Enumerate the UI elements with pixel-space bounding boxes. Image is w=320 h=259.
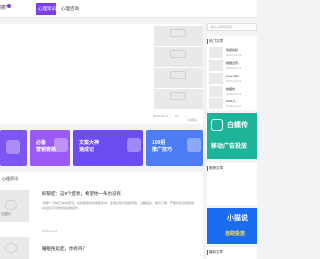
hot-article-date: 2019-12-11 xyxy=(226,79,242,83)
article-thumbnail xyxy=(209,98,223,109)
hot-article-date: 2019-12-11 xyxy=(226,92,242,96)
article-thumbnail[interactable] xyxy=(0,237,29,259)
hero-meta-row: 2019-12-11 21 … xyxy=(0,110,203,124)
image-placeholder-icon xyxy=(170,29,186,37)
accent-bar xyxy=(207,166,208,171)
article-title[interactable]: 抑郁症：这9个症状，希望你一条也没有 xyxy=(42,191,121,197)
card-subtitle: 速成记 xyxy=(79,147,95,153)
hot-article-title: 婚姻的… xyxy=(226,87,239,91)
accent-bar xyxy=(207,39,208,44)
hero-thumbnail[interactable] xyxy=(154,26,203,46)
panel-heading: 最新文章 xyxy=(209,250,223,254)
hot-article-item[interactable]: 情绪的秘… 2019-12-11 xyxy=(209,47,257,61)
article-thumbnail xyxy=(209,86,223,97)
promo-card-row: 必备 营销套路 文案大神 速成记 100招 推广技巧 xyxy=(0,130,203,168)
card-title: 文案大神 xyxy=(79,140,100,146)
ad-subtitle: 自助投放 xyxy=(225,231,246,237)
hot-article-item[interactable]: 2021人… 2019-12-11 xyxy=(209,98,257,110)
nav-item-label: 心理资讯 xyxy=(38,6,56,11)
card-decoration-icon xyxy=(187,138,201,152)
hot-article-title: 情绪的秘… xyxy=(226,48,242,52)
latest-articles-panel: 最新文章 xyxy=(207,247,257,259)
article-title[interactable]: 睡眠拖延症，你有吗？ xyxy=(42,246,87,252)
card-title: 必备 xyxy=(36,140,47,146)
image-placeholder-icon xyxy=(5,200,17,210)
image-placeholder-icon xyxy=(170,71,186,79)
hero-thumbnail[interactable] xyxy=(154,47,203,67)
article-thumbnail xyxy=(209,60,223,71)
image-placeholder-icon xyxy=(170,50,186,58)
promo-card[interactable]: 100招 推广技巧 xyxy=(146,130,203,166)
hero-view-count: 21 xyxy=(175,114,179,118)
search-input[interactable]: 输入关键词搜索… xyxy=(207,23,257,31)
hot-article-title: 2021人… xyxy=(226,99,239,103)
panel-heading: 推荐文章 xyxy=(209,166,223,170)
image-placeholder-icon xyxy=(170,92,186,100)
search-placeholder: 输入关键词搜索… xyxy=(211,25,236,29)
hot-article-title: 婚姻出现… xyxy=(226,61,242,65)
hero-thumbnail-list xyxy=(154,24,203,110)
hot-article-date: 2019-12-11 xyxy=(226,53,242,57)
hot-articles-panel: 热门文章 情绪的秘… 2019-12-11 婚姻出现… 2019-12-11 L… xyxy=(207,36,257,110)
card-subtitle: 营销套路 xyxy=(36,147,57,153)
hot-article-date: 2019-12-11 xyxy=(226,66,242,70)
ad-subtitle: 移动广告投放 xyxy=(211,144,248,150)
ad-banner-xiaomao[interactable]: 小猫说 自助投放 xyxy=(207,208,257,244)
thumbnail-caption: 无图片 xyxy=(1,212,12,216)
panel-heading: 热门文章 xyxy=(209,39,223,43)
promo-card[interactable]: 必备 营销套路 xyxy=(30,130,70,166)
ad-banner-baidie[interactable]: 白蝶传 移动广告投放 xyxy=(207,113,257,159)
top-navbar: 搜广 心理资讯 心理咨询 xyxy=(0,0,257,18)
hero-thumbnail[interactable] xyxy=(154,89,203,109)
nav-item-counseling[interactable]: 心理咨询 xyxy=(61,6,79,12)
article-thumbnail xyxy=(209,47,223,58)
recommended-panel: 推荐文章 xyxy=(207,163,257,205)
list-heading: 心理资讯 xyxy=(2,176,18,181)
promo-card-partial[interactable] xyxy=(0,130,27,166)
ad-title: 小猫说 xyxy=(227,215,248,222)
card-decoration-icon xyxy=(6,140,20,154)
card-decoration-icon xyxy=(54,138,68,152)
hot-article-date: 2019-12-11 xyxy=(226,104,242,108)
logo-dot-icon xyxy=(7,4,11,8)
accent-bar xyxy=(207,250,208,255)
article-date: 2019-12-11 xyxy=(42,229,58,233)
hero-thumbnail[interactable] xyxy=(154,68,203,88)
hero-section xyxy=(0,24,203,110)
brand-mark-icon xyxy=(211,119,223,131)
hot-article-title: Love who… xyxy=(226,74,242,78)
promo-card[interactable]: 文案大神 速成记 xyxy=(73,130,143,166)
article-excerpt: “抑郁”一词在日常中更近。在抑郁症的具体症状中，患者表现为情绪低落，兴趣丧失，精… xyxy=(42,201,197,210)
hero-more[interactable]: … xyxy=(184,114,187,118)
nav-item-psych-news[interactable]: 心理资讯 xyxy=(36,3,56,15)
card-subtitle: 推广技巧 xyxy=(152,147,173,153)
article-thumbnail xyxy=(209,73,223,84)
image-placeholder-icon xyxy=(5,243,17,253)
article-thumbnail[interactable]: 无图片 xyxy=(0,190,29,222)
section-tag: 好阅读 xyxy=(188,118,198,122)
hot-article-item[interactable]: Love who… 2019-12-11 xyxy=(209,73,257,87)
card-title: 100招 xyxy=(152,140,166,146)
article-list: 心理资讯 无图片 抑郁症：这9个症状，希望你一条也没有 “抑郁”一词在日常中更近… xyxy=(0,172,203,259)
card-decoration-icon xyxy=(127,138,141,152)
hot-article-item[interactable]: 婚姻出现… 2019-12-11 xyxy=(209,60,257,74)
hero-date: 2019-12-11 xyxy=(153,114,169,118)
ad-title: 白蝶传 xyxy=(227,122,248,129)
